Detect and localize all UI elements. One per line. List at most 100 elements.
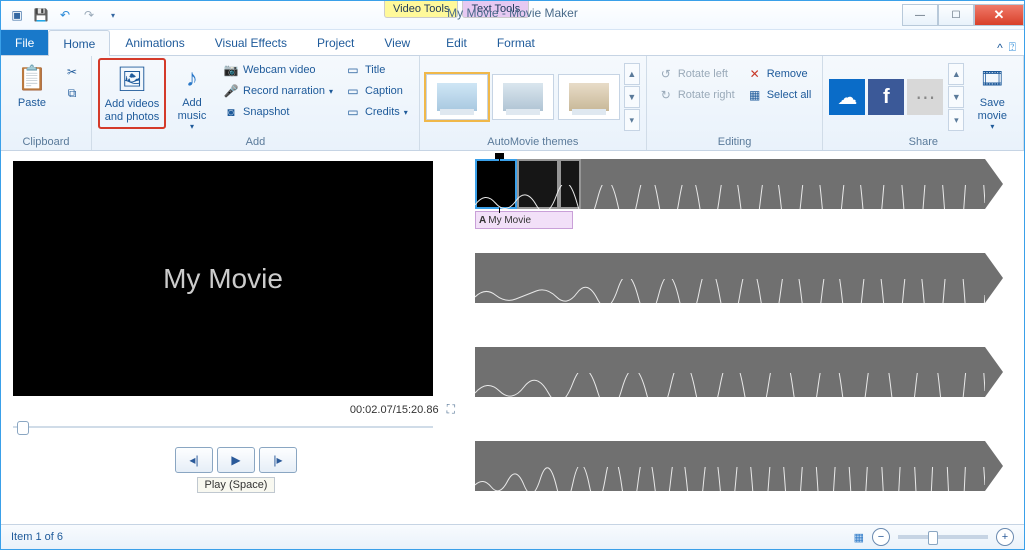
tab-view[interactable]: View [369, 29, 425, 55]
group-editing-label: Editing [653, 136, 817, 150]
rotate-left-icon: ↺ [658, 66, 674, 82]
onedrive-button[interactable]: ☁ [829, 79, 865, 115]
maximize-button[interactable]: ☐ [938, 4, 974, 26]
play-button[interactable]: ▶ [217, 447, 255, 473]
theme-down-icon[interactable]: ▼ [624, 86, 640, 108]
photos-icon: 🖼 [116, 64, 148, 96]
titlebar: ▣ 💾 ↶ ↷ ▾ Video Tools Text Tools My Movi… [1, 1, 1024, 30]
add-music-button[interactable]: ♪ Add music ▾ [168, 58, 216, 136]
theme-up-icon[interactable]: ▲ [624, 63, 640, 85]
ribbon-collapse-icon[interactable]: ^ [997, 41, 1003, 55]
theme-more-icon[interactable]: ▾ [624, 109, 640, 131]
theme-3[interactable] [558, 74, 620, 120]
app-icon[interactable]: ▣ [7, 5, 27, 25]
timeline-row-2[interactable] [475, 253, 1022, 327]
tab-project[interactable]: Project [302, 29, 369, 55]
facebook-button[interactable]: f [868, 79, 904, 115]
qat-dropdown-icon[interactable]: ▾ [103, 5, 123, 25]
dropdown-icon: ▾ [190, 122, 194, 131]
timeline-pane[interactable]: AMy Movie [467, 151, 1024, 524]
save-icon[interactable]: 💾 [31, 5, 51, 25]
preview-title-overlay: My Movie [163, 263, 283, 295]
window-controls: — ☐ ✕ [902, 4, 1024, 26]
tab-visual-effects[interactable]: Visual Effects [200, 29, 302, 55]
waveform-1 [475, 185, 985, 209]
tab-edit[interactable]: Edit [431, 29, 482, 55]
rotate-left-button[interactable]: ↺Rotate left [653, 64, 740, 84]
webcam-icon: 📷 [223, 62, 239, 78]
clipboard-icon: 📋 [16, 63, 48, 95]
preview-video[interactable]: My Movie [13, 161, 433, 396]
caption-button[interactable]: ▭Caption [340, 81, 413, 101]
credits-button[interactable]: ▭Credits▾ [340, 102, 413, 122]
cut-button[interactable]: ✂ [59, 62, 85, 82]
share-down-icon[interactable]: ▼ [948, 86, 964, 108]
snapshot-icon: ◙ [223, 104, 239, 120]
timeline-row-3[interactable] [475, 347, 1022, 421]
more-icon: ⋯ [915, 85, 935, 110]
timeline-row-4[interactable] [475, 441, 1022, 515]
title-clip[interactable]: AMy Movie [475, 211, 573, 229]
credits-icon: ▭ [345, 104, 361, 120]
zoom-slider[interactable] [898, 535, 988, 539]
group-editing: ↺Rotate left ↻Rotate right ✕Remove ▦Sele… [647, 56, 824, 150]
tab-home[interactable]: Home [48, 30, 110, 56]
add-videos-photos-button[interactable]: 🖼 Add videos and photos [98, 58, 166, 129]
paste-label: Paste [18, 97, 46, 110]
mic-icon: 🎤 [223, 83, 239, 99]
save-movie-label: Save movie [978, 97, 1007, 122]
share-more-button[interactable]: ⋯ [907, 79, 943, 115]
add-videos-label: Add videos and photos [105, 98, 159, 123]
help-icon[interactable]: ⍰ [1009, 40, 1016, 55]
theme-1[interactable] [426, 74, 488, 120]
close-button[interactable]: ✕ [974, 4, 1024, 26]
group-themes-label: AutoMovie themes [426, 136, 640, 150]
select-all-button[interactable]: ▦Select all [742, 85, 817, 105]
theme-2[interactable] [492, 74, 554, 120]
webcam-button[interactable]: 📷Webcam video [218, 60, 338, 80]
title-button[interactable]: ▭Title [340, 60, 413, 80]
scissors-icon: ✂ [64, 64, 80, 80]
group-share-label: Share [829, 136, 1017, 150]
save-movie-button[interactable]: 🎞 Save movie ▾ [967, 58, 1017, 136]
rotate-right-icon: ↻ [658, 87, 674, 103]
waveform-4 [475, 467, 985, 491]
paste-button[interactable]: 📋 Paste [7, 58, 57, 115]
add-music-label: Add music [178, 97, 207, 122]
zoom-out-button[interactable]: − [872, 528, 890, 546]
zoom-in-button[interactable]: + [996, 528, 1014, 546]
next-frame-button[interactable]: |▸ [259, 447, 297, 473]
fullscreen-icon[interactable]: ⛶ [447, 402, 455, 417]
facebook-icon: f [883, 86, 890, 109]
view-thumbnails-icon[interactable]: ▦ [854, 531, 864, 544]
timeline-row-1[interactable]: AMy Movie [475, 159, 1022, 233]
share-up-icon[interactable]: ▲ [948, 63, 964, 85]
file-tab[interactable]: File [1, 30, 48, 55]
preview-time: 00:02.07/15:20.86 [350, 404, 439, 416]
cloud-icon: ☁ [837, 85, 857, 110]
waveform-2 [475, 279, 985, 303]
record-narration-button[interactable]: 🎤Record narration▾ [218, 81, 338, 101]
window-title: My Movie - Movie Maker [447, 6, 578, 20]
minimize-button[interactable]: — [902, 4, 938, 26]
title-icon: ▭ [345, 62, 361, 78]
caption-icon: ▭ [345, 83, 361, 99]
waveform-3 [475, 373, 985, 397]
work-area: My Movie 00:02.07/15:20.86 ⛶ ◂| ▶ |▸ Pla… [1, 151, 1024, 524]
preview-pane: My Movie 00:02.07/15:20.86 ⛶ ◂| ▶ |▸ Pla… [1, 151, 467, 524]
play-tooltip: Play (Space) [197, 477, 275, 493]
rotate-right-button[interactable]: ↻Rotate right [653, 85, 740, 105]
redo-icon[interactable]: ↷ [79, 5, 99, 25]
group-share: ☁ f ⋯ ▲ ▼ ▾ 🎞 Save movie ▾ Share [823, 56, 1024, 150]
playback-controls: ◂| ▶ |▸ [13, 447, 459, 473]
tab-animations[interactable]: Animations [110, 29, 199, 55]
share-expand-icon[interactable]: ▾ [948, 109, 964, 131]
copy-button[interactable]: ⧉ [59, 83, 85, 103]
remove-icon: ✕ [747, 66, 763, 82]
remove-button[interactable]: ✕Remove [742, 64, 817, 84]
prev-frame-button[interactable]: ◂| [175, 447, 213, 473]
snapshot-button[interactable]: ◙Snapshot [218, 102, 338, 122]
tab-format[interactable]: Format [482, 29, 550, 55]
preview-seekbar[interactable] [13, 419, 433, 435]
undo-icon[interactable]: ↶ [55, 5, 75, 25]
